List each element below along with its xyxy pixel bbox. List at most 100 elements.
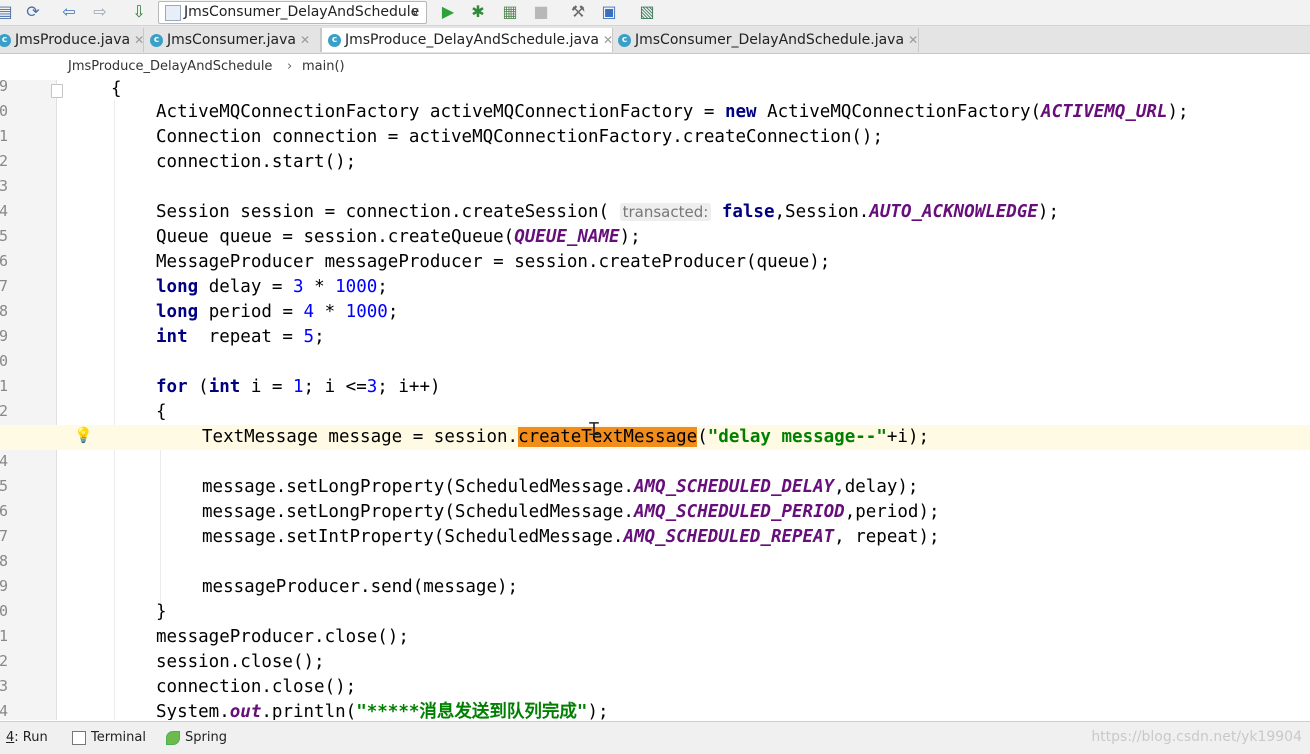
line-number: 7 [0,527,8,545]
line-number: 1 [0,377,8,395]
code-line: { [156,402,167,422]
spring-leaf-icon [166,730,180,745]
line-number: 1 [0,627,8,645]
code-line: int repeat = 5; [156,327,325,347]
line-number: 3 [0,677,8,695]
tab-jmsproduce[interactable]: c JmsProduce.java ✕ [0,28,144,52]
breadcrumb: JmsProduce_DelayAndSchedule › main() [0,54,1310,81]
code-line: messageProducer.send(message); [202,577,519,597]
line-number: 4 [0,452,8,470]
sdk-icon[interactable]: ▣ [598,1,620,23]
tab-label: JmsConsumer_DelayAndSchedule.java [635,32,905,48]
run-config-label: JmsConsumer_DelayAndSchedule [184,4,420,20]
code-line: { [111,80,122,99]
line-number: 8 [0,552,8,570]
editor-tab-bar: c JmsProduce.java ✕ c JmsConsumer.java ✕ c Jm… [0,26,1310,54]
fold-marker-icon[interactable] [51,84,63,98]
code-line: for (int i = 1; i <=3; i++) [156,377,441,397]
debug-icon[interactable]: ✱ [467,1,489,23]
tab-jmsconsumer[interactable]: c JmsConsumer.java ✕ [144,28,321,52]
watermark: https://blog.csdn.net/yk19904 [1091,729,1302,745]
tool-window-bar: 4: Run Terminal Spring https://blog.csdn… [0,721,1310,754]
line-number: 0 [0,352,8,370]
line-number: 9 [0,577,8,595]
breadcrumb-method[interactable]: main() [302,54,345,80]
line-number: 4 [0,202,8,220]
line-number: 8 [0,302,8,320]
code-line: MessageProducer messageProducer = sessio… [156,252,831,272]
line-number: 6 [0,502,8,520]
line-number: 0 [0,102,8,120]
spring-tool-button[interactable]: Spring [166,729,227,747]
code-line: ActiveMQConnectionFactory activeMQConnec… [156,102,1189,122]
tasks-icon[interactable]: ▧ [636,1,658,23]
forward-icon[interactable]: ⇨ [89,1,111,23]
breadcrumb-separator: › [287,59,293,74]
class-icon: c [150,33,163,47]
terminal-label: Terminal [91,730,146,745]
project-structure-icon[interactable]: ⚒ [567,1,589,23]
line-number: 6 [0,252,8,270]
code-line: Queue queue = session.createQueue(QUEUE_… [156,227,641,247]
tab-label: JmsProduce_DelayAndSchedule.java [345,32,599,48]
spring-label: Spring [185,730,227,745]
coverage-icon[interactable]: ▦ [499,1,521,23]
code-line: messageProducer.close(); [156,627,409,647]
code-line: message.setLongProperty(ScheduledMessage… [202,477,919,497]
run-tool-button[interactable]: 4: Run [6,729,48,747]
line-number: 4 [0,702,8,720]
code-line: Connection connection = activeMQConnecti… [156,127,883,147]
code-editor[interactable]: 9 0 1 2 3 4 5 6 7 8 9 0 1 2 3 4 5 6 7 8 … [0,80,1310,720]
sync-icon[interactable]: ⟳ [22,1,44,23]
class-icon: c [328,33,341,47]
save-icon[interactable]: ▤ [0,1,16,23]
line-number: 5 [0,477,8,495]
highlighted-method: createTextMessage [518,427,698,447]
line-number: 2 [0,402,8,420]
line-number: 7 [0,277,8,295]
close-icon[interactable]: ✕ [300,33,310,47]
close-icon[interactable]: ✕ [134,33,144,47]
line-number: 3 [0,177,8,195]
tab-jmsconsumer-delayandschedule[interactable]: c JmsConsumer_DelayAndSchedule.java ✕ [612,28,919,52]
tab-jmsproduce-delayandschedule[interactable]: c JmsProduce_DelayAndSchedule.java ✕ [321,28,613,52]
line-number: 5 [0,227,8,245]
code-line: long delay = 3 * 1000; [156,277,388,297]
tab-label: JmsProduce.java [15,32,131,48]
line-number: 9 [0,327,8,345]
code-line: message.setIntProperty(ScheduledMessage.… [202,527,940,547]
back-icon[interactable]: ⇦ [58,1,80,23]
code-line: } [156,602,167,622]
line-number: 2 [0,152,8,170]
run-config-icon [165,5,181,21]
run-icon[interactable]: ▶ [437,1,459,23]
code-line: TextMessage message = session.createText… [202,427,930,447]
close-icon[interactable]: ✕ [908,33,918,47]
build-icon[interactable]: ⇩ [128,1,150,23]
class-icon: c [618,33,631,47]
terminal-tool-button[interactable]: Terminal [72,729,146,747]
indent-guide [114,100,115,720]
text-cursor-icon: Ɪ [589,421,599,441]
indent-guide [160,425,161,610]
code-line: connection.close(); [156,677,357,697]
breadcrumb-class[interactable]: JmsProduce_DelayAndSchedule [68,54,272,80]
class-icon: c [0,33,11,47]
lightbulb-icon[interactable]: 💡 [74,426,93,444]
line-number: 2 [0,652,8,670]
line-number: 1 [0,127,8,145]
run-configuration-select[interactable]: JmsConsumer_DelayAndSchedule ∨ [158,1,427,24]
code-line: Session session = connection.createSessi… [156,202,1059,222]
line-number: 0 [0,602,8,620]
parameter-hint: transacted: [619,203,712,221]
code-line: connection.start(); [156,152,357,172]
code-line: message.setLongProperty(ScheduledMessage… [202,502,940,522]
code-line: session.close(); [156,652,325,672]
line-number-gutter[interactable] [0,80,57,720]
terminal-icon [72,730,86,745]
stop-icon[interactable]: ■ [530,1,552,23]
code-line: long period = 4 * 1000; [156,302,399,322]
run-label: : Run [14,730,48,745]
main-toolbar: ▤ ⟳ ⇦ ⇨ ⇩ JmsConsumer_DelayAndSchedule ∨… [0,0,1310,26]
chevron-down-icon: ∨ [410,5,420,20]
